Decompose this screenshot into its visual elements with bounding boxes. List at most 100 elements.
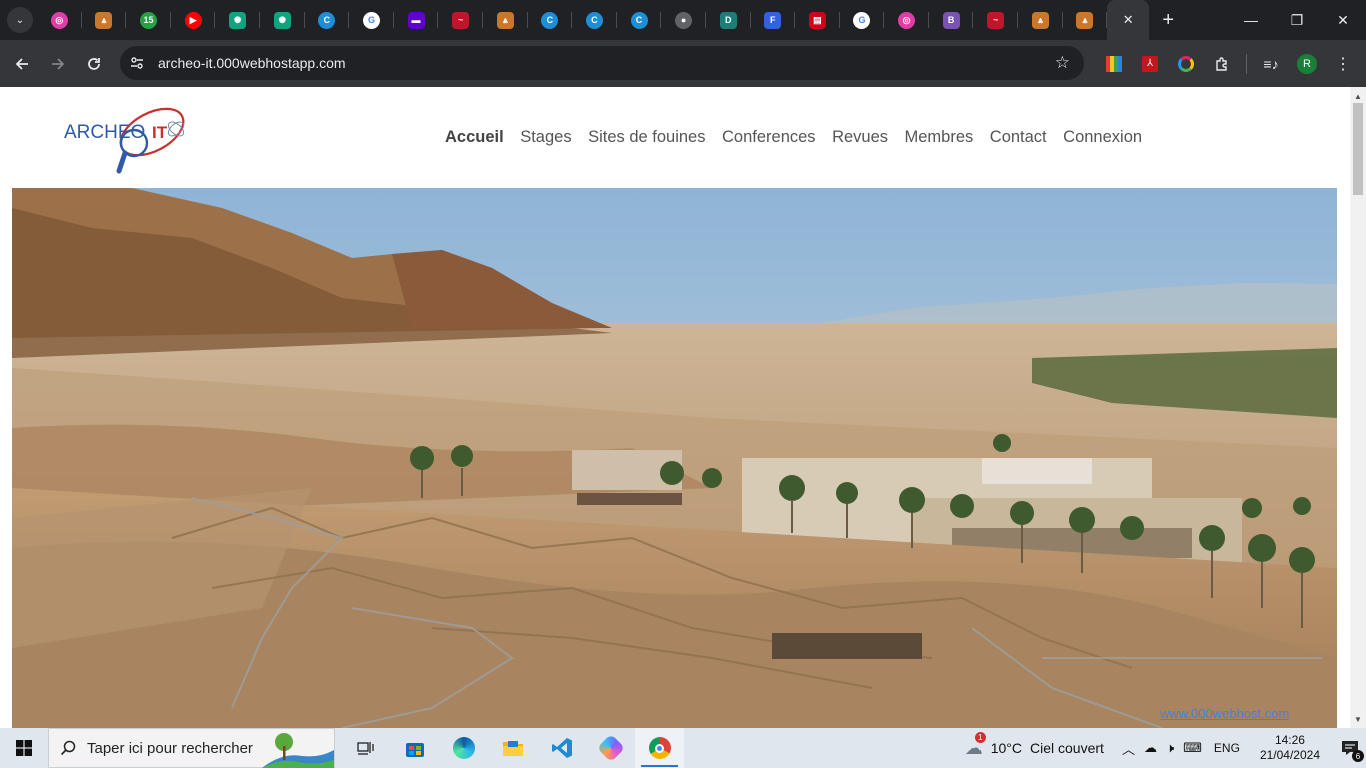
page-scrollbar[interactable]: ▲ ▼	[1350, 87, 1366, 728]
profile-button[interactable]: R	[1289, 46, 1325, 82]
browser-tab[interactable]: ◎	[37, 0, 82, 40]
search-icon	[49, 740, 87, 756]
clock[interactable]: 14:26 21/04/2024	[1260, 733, 1320, 763]
whatsapp-icon: 15	[139, 11, 157, 29]
edge-app[interactable]	[439, 728, 488, 768]
color-grid-extension[interactable]	[1096, 46, 1132, 82]
nav-link-contact[interactable]: Contact	[990, 128, 1047, 147]
browser-tab[interactable]: C	[305, 0, 350, 40]
clock-time: 14:26	[1274, 733, 1305, 747]
site-logo[interactable]: ARCHEO IT	[64, 99, 194, 177]
reload-button[interactable]	[76, 46, 112, 82]
extensions-button[interactable]	[1204, 46, 1240, 82]
language-indicator[interactable]: ENG	[1214, 741, 1240, 755]
nav-link-stages[interactable]: Stages	[520, 128, 571, 147]
browser-tab[interactable]: D	[706, 0, 751, 40]
chrome-icon	[648, 737, 671, 759]
browser-menu-button[interactable]: ⋮	[1325, 46, 1361, 82]
close-icon[interactable]: ✕	[1123, 12, 1134, 28]
new-tab-button[interactable]: +	[1149, 0, 1187, 40]
keyboard-icon[interactable]: ⌨	[1183, 740, 1202, 756]
browser-tab[interactable]: ⩓	[1018, 0, 1063, 40]
nav-link-revues[interactable]: Revues	[832, 128, 888, 147]
browser-tab[interactable]: G	[349, 0, 394, 40]
window-controls: — ❐ ✕	[1228, 0, 1366, 40]
weather-widget[interactable]: ☁ 1 10°C Ciel couvert	[965, 731, 1104, 759]
scroll-thumb[interactable]	[1353, 103, 1363, 195]
copilot-icon	[596, 733, 625, 763]
nav-link-membres[interactable]: Membres	[905, 128, 974, 147]
tab-search-button[interactable]: ⌄	[7, 7, 33, 33]
back-button[interactable]	[4, 46, 40, 82]
browser-tab[interactable]: ▶	[171, 0, 216, 40]
start-button[interactable]	[0, 728, 48, 768]
notification-center-button[interactable]: 6	[1334, 740, 1366, 762]
red-swirl-icon: ~	[452, 11, 470, 29]
minimize-button[interactable]: —	[1228, 0, 1274, 40]
taskbar-apps	[341, 728, 684, 768]
bookmark-star-icon[interactable]: ☆	[1055, 53, 1070, 73]
webhost-badge-link[interactable]: www.000webhost.com	[1160, 706, 1289, 721]
red-swirl-icon: ~	[987, 11, 1005, 29]
site-info-button[interactable]	[124, 56, 150, 70]
browser-tab[interactable]: ✺	[260, 0, 305, 40]
browser-tab[interactable]: 15	[126, 0, 171, 40]
chrome-app[interactable]	[635, 728, 684, 768]
scroll-down-icon[interactable]: ▼	[1350, 712, 1366, 726]
browser-tab[interactable]: ◎	[884, 0, 929, 40]
nav-link-conferences[interactable]: Conferences	[722, 128, 816, 147]
arrow-left-icon	[15, 57, 28, 70]
browser-tab[interactable]: C	[572, 0, 617, 40]
pdf-icon: ⅄	[1142, 55, 1158, 72]
browser-tab[interactable]: ⩓	[483, 0, 528, 40]
nav-link-connexion[interactable]: Connexion	[1063, 128, 1142, 147]
more-vert-icon: ⋮	[1335, 55, 1351, 73]
canva-icon: C	[630, 11, 648, 29]
pdf-extension[interactable]: ⅄	[1132, 46, 1168, 82]
nav-link-accueil[interactable]: Accueil	[445, 128, 504, 147]
onedrive-icon[interactable]: ☁	[1144, 740, 1157, 756]
browser-tab[interactable]: ~	[973, 0, 1018, 40]
windows-taskbar: Taper ici pour rechercher ☁ 1 10°C Ciel …	[0, 728, 1366, 768]
chevron-up-icon[interactable]: ︿	[1122, 739, 1135, 758]
url-text[interactable]: archeo-it.000webhostapp.com	[158, 55, 1055, 71]
taskbar-search[interactable]: Taper ici pour rechercher	[48, 728, 335, 768]
browser-tab[interactable]: B	[929, 0, 974, 40]
browser-tab[interactable]: C	[528, 0, 573, 40]
store-app[interactable]	[390, 728, 439, 768]
media-control-button[interactable]: ≡♪	[1253, 46, 1289, 82]
browser-tab[interactable]: C	[617, 0, 662, 40]
vscode-app[interactable]	[537, 728, 586, 768]
browser-tab[interactable]: ~	[438, 0, 483, 40]
browser-tab[interactable]: ⩓	[1063, 0, 1108, 40]
system-tray: ☁ 1 10°C Ciel couvert ︿ ☁ 🕨 ⌨ ENG 14:26 …	[965, 728, 1366, 768]
weather-temp: 10°C	[990, 740, 1023, 756]
scroll-up-icon[interactable]: ▲	[1350, 89, 1366, 103]
restore-button[interactable]: ❐	[1274, 0, 1320, 40]
nav-link-sites-de-fouines[interactable]: Sites de fouines	[588, 128, 705, 147]
reload-icon	[88, 57, 100, 70]
archeo-tab-icon: ⩓	[95, 11, 113, 29]
tab-list: ◎ ⩓ 15 ▶ ✺ ✺ C G ▬ ~ ⩓ C C C ● D F ▤ G ◎ B ~ ⩓ ⩓	[37, 0, 1107, 40]
speaker-icon[interactable]: 🕨	[1166, 740, 1174, 756]
browser-tab[interactable]: ⩓	[82, 0, 127, 40]
browser-tab[interactable]: ✺	[215, 0, 260, 40]
logo-accent-text: IT	[152, 123, 168, 142]
tab-active[interactable]: ✕	[1107, 0, 1150, 40]
close-window-button[interactable]: ✕	[1320, 0, 1366, 40]
color-ring-extension[interactable]	[1168, 46, 1204, 82]
browser-tab[interactable]: ●	[661, 0, 706, 40]
file-explorer-app[interactable]	[488, 728, 537, 768]
browser-tab[interactable]: ▬	[394, 0, 439, 40]
browser-tab[interactable]: F	[751, 0, 796, 40]
avatar: R	[1297, 53, 1317, 74]
address-bar[interactable]: archeo-it.000webhostapp.com ☆	[120, 46, 1084, 80]
clock-date: 21/04/2024	[1259, 748, 1320, 762]
forward-button[interactable]	[40, 46, 76, 82]
extensions-area: ⅄ ≡♪ R ⋮	[1096, 40, 1361, 87]
browser-tab[interactable]: ▤	[795, 0, 840, 40]
browser-tab[interactable]: G	[840, 0, 885, 40]
browser-tab-strip: ⌄ ◎ ⩓ 15 ▶ ✺ ✺ C G ▬ ~ ⩓ C C C ● D F ▤ G ◎ B ~ ⩓ ⩓ ✕ + — ❐ ✕	[0, 0, 1366, 40]
copilot-app[interactable]	[586, 728, 635, 768]
task-view-button[interactable]	[341, 728, 390, 768]
